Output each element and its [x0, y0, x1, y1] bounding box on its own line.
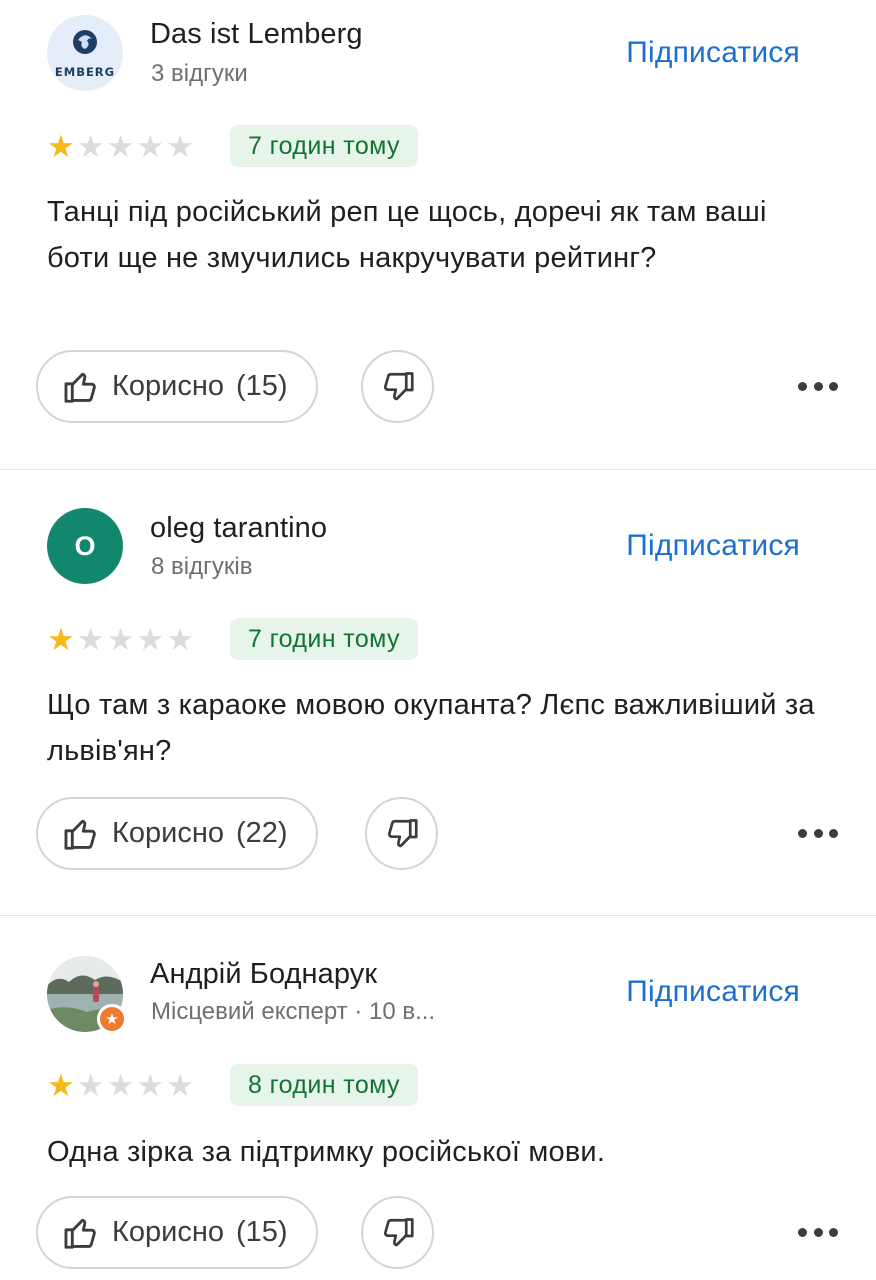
star-filled-icon: ★ — [47, 1068, 75, 1103]
thumbs-up-icon — [64, 372, 96, 403]
rating-stars: ★ ★ ★ ★ ★ — [47, 131, 194, 162]
author-name[interactable]: oleg tarantino — [150, 512, 327, 545]
more-options-icon[interactable] — [798, 823, 838, 843]
avatar[interactable]: ★ — [47, 956, 127, 1034]
dislike-button[interactable] — [361, 1196, 434, 1269]
helpful-button[interactable]: Корисно (15) — [36, 1196, 318, 1269]
star-empty-icon: ★ — [106, 1068, 135, 1103]
star-empty-icon: ★ — [106, 622, 135, 657]
rating-stars: ★ ★ ★ ★ ★ — [47, 1070, 194, 1101]
star-empty-icon: ★ — [166, 622, 194, 657]
thumbs-down-icon — [383, 371, 414, 400]
dislike-button[interactable] — [365, 797, 438, 870]
follow-button[interactable]: Підписатися — [626, 36, 800, 70]
author-name[interactable]: Das ist Lemberg — [150, 18, 363, 51]
star-empty-icon: ★ — [76, 1068, 105, 1103]
time-badge: 7 годин тому — [230, 618, 418, 660]
helpful-button[interactable]: Корисно (22) — [36, 797, 318, 870]
thumbs-down-icon — [387, 818, 418, 847]
review-text: Одна зірка за підтримку російської мови. — [47, 1136, 606, 1168]
star-empty-icon: ★ — [136, 1068, 165, 1103]
review-card: ★ Андрій Боднарук Місцевий експерт · 10 … — [0, 916, 876, 1280]
guide-meta: Місцевий експерт · 10 в... — [151, 998, 436, 1025]
star-empty-icon: ★ — [166, 1068, 194, 1103]
reviews-count: 8 відгуків — [151, 553, 253, 580]
star-empty-icon: ★ — [106, 129, 135, 164]
helpful-count: (22) — [236, 817, 288, 849]
helpful-label: Корисно — [112, 817, 224, 849]
review-card: O oleg tarantino 8 відгуків Підписатися … — [0, 470, 876, 916]
helpful-label: Корисно — [112, 370, 224, 402]
avatar[interactable]: EMBERG — [47, 15, 123, 91]
helpful-count: (15) — [236, 1216, 288, 1248]
review-text: Що там з караоке мовою окупанта? Лєпс ва… — [47, 689, 815, 767]
more-options-icon[interactable] — [798, 1222, 838, 1242]
follow-button[interactable]: Підписатися — [626, 975, 800, 1009]
helpful-label: Корисно — [112, 1216, 224, 1248]
star-filled-icon: ★ — [47, 622, 75, 657]
dislike-button[interactable] — [361, 350, 434, 423]
local-guide-badge-icon: ★ — [97, 1004, 127, 1034]
follow-button[interactable]: Підписатися — [626, 529, 800, 563]
helpful-count: (15) — [236, 370, 288, 402]
time-badge: 7 годин тому — [230, 125, 418, 167]
more-options-icon[interactable] — [798, 376, 838, 396]
time-badge: 8 годин тому — [230, 1064, 418, 1106]
helpful-button[interactable]: Корисно (15) — [36, 350, 318, 423]
thumbs-down-icon — [383, 1217, 414, 1246]
lion-logo-icon: EMBERG — [55, 30, 115, 79]
star-empty-icon: ★ — [76, 129, 105, 164]
review-card: EMBERG Das ist Lemberg 3 відгуки Підписа… — [0, 0, 876, 470]
star-empty-icon: ★ — [136, 622, 165, 657]
thumbs-up-icon — [64, 819, 96, 850]
author-name[interactable]: Андрій Боднарук — [150, 958, 377, 991]
thumbs-up-icon — [64, 1218, 96, 1249]
avatar[interactable]: O — [47, 508, 123, 584]
review-text: Танці під російський реп це щось, доречі… — [47, 196, 767, 274]
star-filled-icon: ★ — [47, 129, 75, 164]
avatar-logo-text: EMBERG — [55, 65, 115, 79]
reviews-count: 3 відгуки — [151, 60, 248, 87]
star-empty-icon: ★ — [76, 622, 105, 657]
star-empty-icon: ★ — [136, 129, 165, 164]
star-empty-icon: ★ — [166, 129, 194, 164]
rating-stars: ★ ★ ★ ★ ★ — [47, 624, 194, 655]
